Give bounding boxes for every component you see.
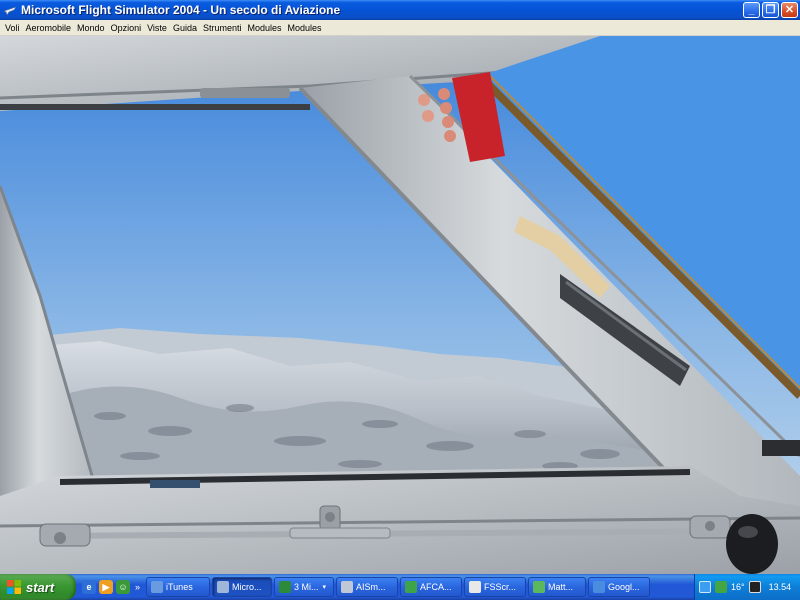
task-fsscr[interactable]: FSScr... [464,577,527,597]
window-title: Microsoft Flight Simulator 2004 - Un sec… [21,3,341,17]
fsscr-icon [469,581,482,593]
task-itunes[interactable]: iTunes [146,577,211,597]
menu-strumenti[interactable]: Strumenti [200,23,245,33]
network-icon[interactable] [699,581,711,593]
task-label: Matt... [548,582,574,592]
task-label: Micro... [232,582,262,592]
start-label: start [26,579,55,595]
task-label: 3 Mi... [294,582,319,592]
start-button[interactable]: start [0,574,76,600]
task-matt[interactable]: Matt... [528,577,587,597]
flight-sim-app-icon[interactable] [3,3,17,17]
window-crank-knob [726,514,778,574]
task-flight-simulator[interactable]: Micro... [212,577,273,597]
window-seal [0,104,310,110]
maximize-button[interactable]: ❐ [762,2,779,18]
ie-icon[interactable]: e [82,580,96,594]
weather-temperature[interactable]: 16° [731,582,745,592]
task-label: AFCA... [420,582,452,592]
clock[interactable]: 13.54 [769,582,792,592]
aism-icon [341,581,354,593]
task-buttons: iTunes Micro... 3 Mi... ▾ AISm... AFCA..… [146,577,651,597]
messenger-icon[interactable]: ☺ [116,580,130,594]
task-label: iTunes [166,582,193,592]
menu-opzioni[interactable]: Opzioni [108,23,145,33]
media-icon[interactable]: ▶ [99,580,113,594]
right-bracket [762,440,800,456]
menu-voli[interactable]: Voli [2,23,23,33]
itunes-icon [151,581,164,593]
menu-guida[interactable]: Guida [170,23,200,33]
task-afca[interactable]: AFCA... [400,577,463,597]
task-aism[interactable]: AISm... [336,577,399,597]
chevron-down-icon: ▾ [322,584,327,591]
window-titlebar[interactable]: Microsoft Flight Simulator 2004 - Un sec… [0,0,800,20]
task-label: Googl... [608,582,640,592]
security-icon[interactable] [748,581,761,593]
matt-icon [533,581,546,593]
minimize-button[interactable]: _ [743,2,760,18]
taskbar: start e ▶ ☺ » iTunes Micro... 3 Mi... ▾ … [0,574,800,600]
menu-aeromobile[interactable]: Aeromobile [23,23,75,33]
task-label: FSScr... [484,582,517,592]
quick-launch-more[interactable]: » [135,582,140,592]
menu-mondo[interactable]: Mondo [74,23,108,33]
cockpit-view[interactable] [0,36,800,574]
menu-bar: Voli Aeromobile Mondo Opzioni Viste Guid… [0,20,800,36]
task-excel-group[interactable]: 3 Mi... ▾ [274,577,335,597]
fs-icon [217,581,230,593]
system-tray: 16° 13.54 [694,574,800,600]
afca-icon [405,581,418,593]
excel-icon [279,581,292,593]
menu-modules-2[interactable]: Modules [285,23,325,33]
messenger-tray-icon[interactable] [715,581,727,593]
close-button[interactable]: ✕ [781,2,798,18]
task-google[interactable]: Googl... [588,577,651,597]
task-label: AISm... [356,582,386,592]
menu-modules[interactable]: Modules [245,23,285,33]
quick-launch-bar: e ▶ ☺ » [82,580,140,594]
menu-viste[interactable]: Viste [144,23,170,33]
google-icon [593,581,606,593]
windows-logo-icon [7,580,21,594]
